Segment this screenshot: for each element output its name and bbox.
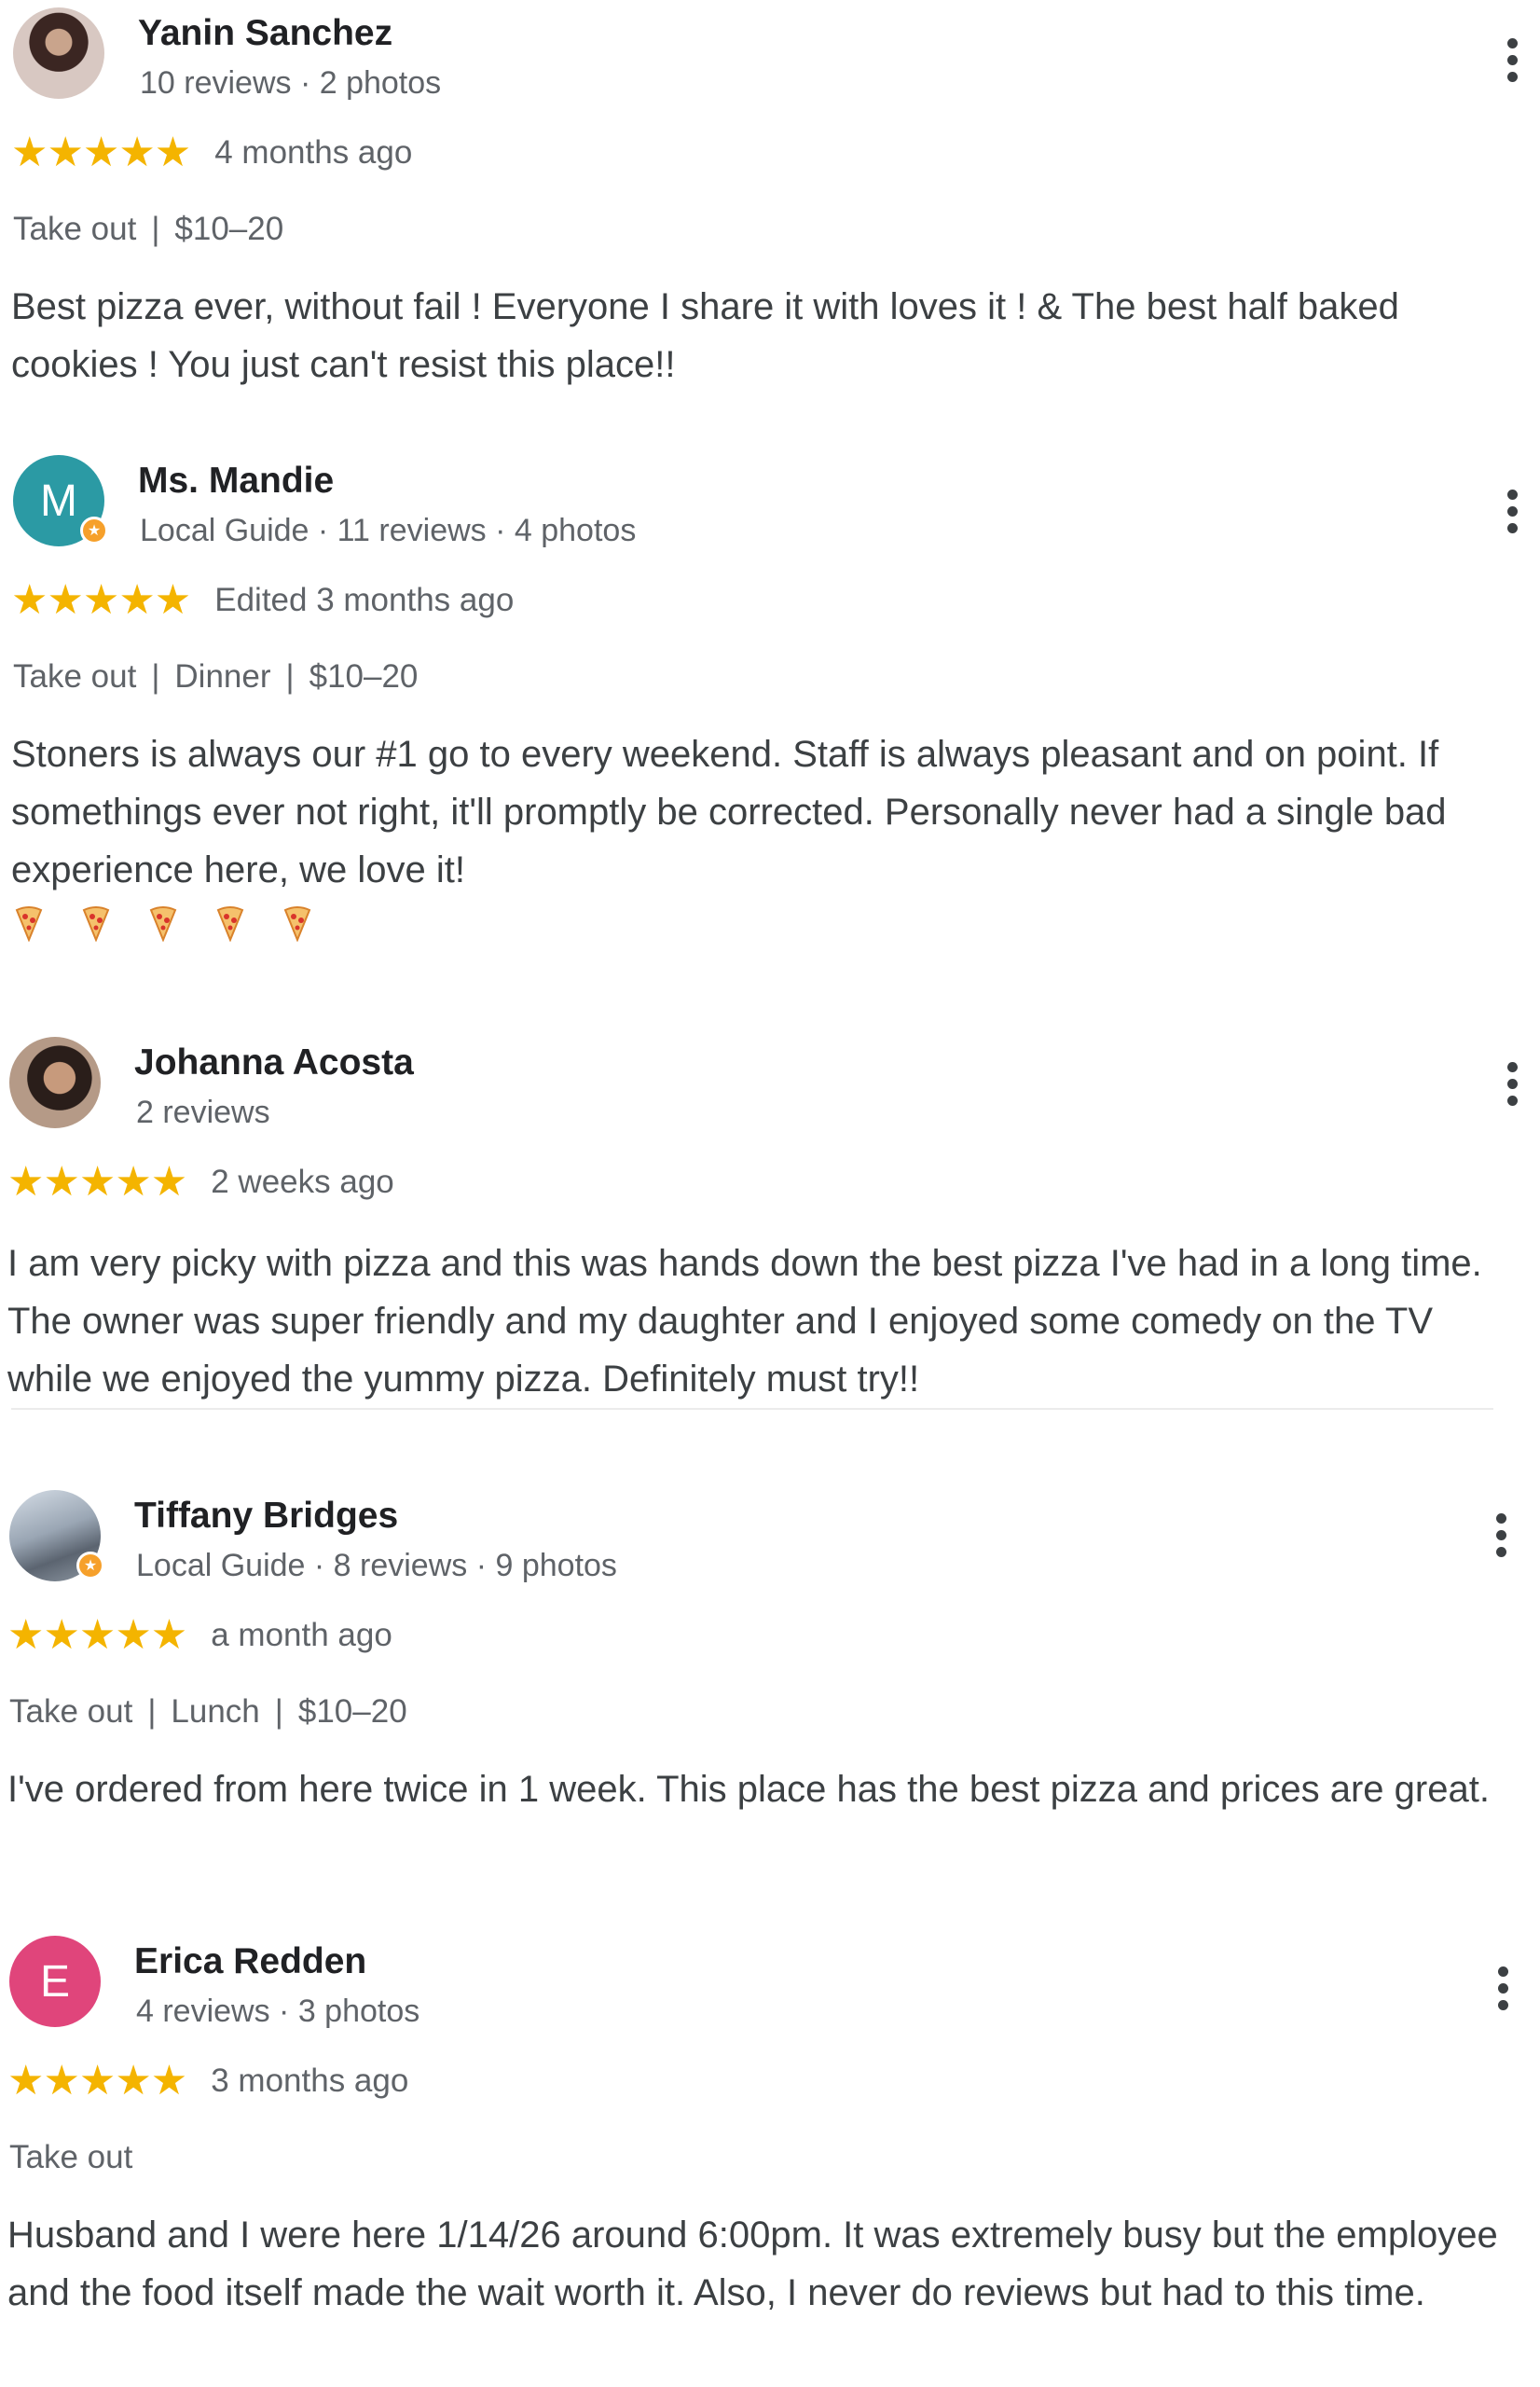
attribute: $10–20 [297,1693,407,1730]
review-text: I am very picky with pizza and this was … [7,1243,1482,1400]
more-options-icon[interactable] [1473,1507,1529,1563]
avatar-photo [13,7,104,99]
more-options-icon[interactable] [1475,1960,1531,2016]
reviewer-meta: Local Guide · 8 reviews · 9 photos [136,1548,617,1583]
avatar[interactable] [13,7,104,99]
attribute: Take out [9,1693,133,1730]
pizza-icon [15,906,43,942]
reviewer-meta: 4 reviews · 3 photos [136,1994,420,2029]
pizza-icon [283,906,311,942]
reviewer-name[interactable]: Johanna Acosta [134,1042,414,1083]
avatar[interactable]: M ★ [13,455,108,546]
review-text: Husband and I were here 1/14/26 around 6… [7,2215,1498,2313]
review-date: 4 months ago [214,134,413,171]
avatar[interactable]: E [9,1936,101,2027]
rating-row: ★★★★★ a month ago [7,1613,392,1658]
review-text: Best pizza ever, without fail ! Everyone… [11,286,1399,385]
attribute: Lunch [171,1693,260,1730]
rating-row: ★★★★★ 3 months ago [7,2059,408,2104]
review-date: a month ago [211,1617,392,1653]
review-date: 2 weeks ago [211,1164,394,1200]
reviewer-name[interactable]: Ms. Mandie [138,461,334,502]
star-rating-icon: ★★★★★ [7,1612,187,1658]
attribute: Dinner [174,658,271,695]
star-rating-icon: ★★★★★ [7,1159,187,1205]
star-rating-icon: ★★★★★ [11,130,191,175]
more-options-icon[interactable] [1484,1056,1540,1111]
review-text: I've ordered from here twice in 1 week. … [7,1769,1490,1810]
divider [11,1408,1493,1410]
review-date: Edited 3 months ago [214,582,515,618]
review-attributes: Take out [9,2139,132,2176]
review-date: 3 months ago [211,2063,409,2099]
attribute: Take out [13,658,137,695]
rating-row: ★★★★★ 2 weeks ago [7,1160,394,1205]
attribute: Take out [13,211,137,247]
pizza-icon [149,906,177,942]
attribute: $10–20 [174,211,284,247]
star-rating-icon: ★★★★★ [7,2058,187,2104]
reviewer-meta: 10 reviews · 2 photos [140,65,442,101]
avatar-letter: E [9,1936,101,2027]
attribute: Take out [9,2139,133,2175]
avatar[interactable]: ★ [9,1490,104,1581]
review-text: Stoners is always our #1 go to every wee… [11,734,1447,890]
rating-row: ★★★★★ Edited 3 months ago [11,578,514,623]
local-guide-badge-icon: ★ [80,517,108,545]
emoji-row [15,904,311,942]
review-attributes: Take out | Lunch | $10–20 [9,1693,407,1730]
avatar[interactable] [9,1037,101,1128]
review-attributes: Take out | Dinner | $10–20 [13,658,419,695]
pizza-icon [216,906,244,942]
local-guide-badge-icon: ★ [76,1552,104,1580]
pizza-icon [82,906,110,942]
more-options-icon[interactable] [1484,32,1540,88]
reviewer-name[interactable]: Erica Redden [134,1941,366,1982]
more-options-icon[interactable] [1484,483,1540,539]
attribute: $10–20 [309,658,419,695]
reviewer-name[interactable]: Yanin Sanchez [138,13,392,54]
review-attributes: Take out | $10–20 [13,211,284,247]
reviewer-name[interactable]: Tiffany Bridges [134,1496,398,1537]
reviewer-meta: Local Guide · 11 reviews · 4 photos [140,513,637,548]
rating-row: ★★★★★ 4 months ago [11,131,412,175]
avatar-photo [9,1037,101,1128]
star-rating-icon: ★★★★★ [11,577,191,623]
reviewer-meta: 2 reviews [136,1095,270,1130]
